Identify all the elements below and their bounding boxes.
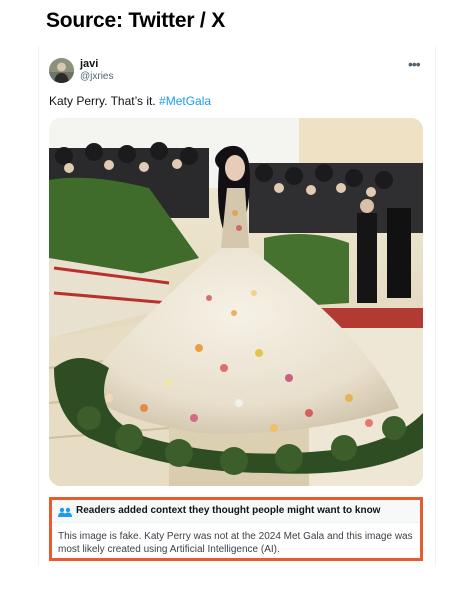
avatar[interactable]: [49, 58, 74, 83]
people-icon: [58, 505, 72, 523]
community-note-title: Readers added context they thought peopl…: [76, 505, 381, 516]
tweet-text: Katy Perry. That’s it. #MetGala: [49, 94, 211, 108]
more-horizontal-icon[interactable]: •••: [408, 56, 421, 72]
author-handle[interactable]: @jxries: [80, 71, 114, 82]
tweet-image[interactable]: [49, 118, 423, 486]
author-name[interactable]: javi: [80, 58, 98, 70]
community-note-header: Readers added context they thought peopl…: [52, 500, 420, 523]
community-note: Readers added context they thought peopl…: [49, 497, 423, 561]
source-heading: Source: Twitter / X: [46, 9, 226, 32]
community-note-body: This image is fake. Katy Perry was not a…: [58, 531, 413, 555]
tweet-text-plain: Katy Perry. That’s it.: [49, 94, 160, 108]
hashtag-link[interactable]: #MetGala: [159, 94, 211, 108]
